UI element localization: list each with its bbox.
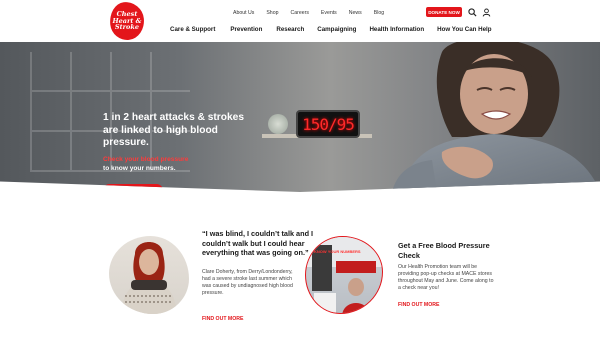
- blood-pressure-display: 150/95: [296, 110, 360, 138]
- story-find-out-more-link[interactable]: FIND OUT MORE: [202, 316, 244, 322]
- hero-banner: 150/95 1 in 2 heart attacks & strokes ar…: [0, 42, 600, 192]
- hero-find-out-more-button[interactable]: FIND OUT MORE: [103, 184, 163, 192]
- main-nav: Care & Support Prevention Research Campa…: [170, 24, 492, 34]
- nav-prevention[interactable]: Prevention: [230, 26, 262, 33]
- top-link-shop[interactable]: Shop: [266, 10, 278, 16]
- top-link-about[interactable]: About Us: [233, 10, 254, 16]
- nav-health-information[interactable]: Health Information: [369, 26, 424, 33]
- store-check-illustration: KNOW YOUR NUMBERS: [306, 237, 382, 313]
- portrait-illustration: [121, 242, 177, 314]
- top-link-news[interactable]: News: [349, 10, 362, 16]
- hero-sub-text: to know your numbers.: [103, 165, 176, 172]
- top-link-blog[interactable]: Blog: [374, 10, 384, 16]
- site-logo[interactable]: Chest Heart & Stroke: [108, 0, 146, 42]
- nav-research[interactable]: Research: [276, 26, 304, 33]
- clare-doherty-photo: [109, 236, 189, 314]
- user-icon[interactable]: [482, 8, 491, 17]
- site-header: Chest Heart & Stroke About Us Shop Caree…: [0, 0, 600, 42]
- search-icon[interactable]: [468, 8, 477, 17]
- story-quote: “I was blind, I couldn’t talk and I coul…: [202, 229, 314, 258]
- hero-title: 1 in 2 heart attacks & strokes are linke…: [103, 112, 244, 149]
- plant: [268, 114, 288, 134]
- donate-button[interactable]: DONATE NOW: [426, 7, 462, 17]
- bp-check-body: Our Health Promotion team will be provid…: [398, 264, 494, 291]
- bp-check-title: Get a Free Blood Pressure Check: [398, 241, 490, 260]
- bp-check-photo: KNOW YOUR NUMBERS: [305, 236, 383, 314]
- bp-check-find-out-more-link[interactable]: FIND OUT MORE: [398, 302, 440, 308]
- story-body: Clare Doherty, from Derry/Londonderry, h…: [202, 269, 293, 296]
- top-nav: About Us Shop Careers Events News Blog: [233, 8, 396, 18]
- top-link-careers[interactable]: Careers: [290, 10, 308, 16]
- hero-sub-highlight: Check your blood pressure: [103, 156, 189, 163]
- hero-subtitle: Check your blood pressure to know your n…: [103, 155, 253, 173]
- woman-in-pain-image: [392, 42, 600, 192]
- nav-how-you-can-help[interactable]: How You Can Help: [437, 26, 491, 33]
- sign-text: KNOW YOUR NUMBERS: [314, 249, 361, 254]
- top-link-events[interactable]: Events: [321, 10, 337, 16]
- logo-text: Chest Heart & Stroke: [112, 10, 142, 32]
- nav-care-support[interactable]: Care & Support: [170, 26, 215, 33]
- nav-campaigning[interactable]: Campaigning: [317, 26, 356, 33]
